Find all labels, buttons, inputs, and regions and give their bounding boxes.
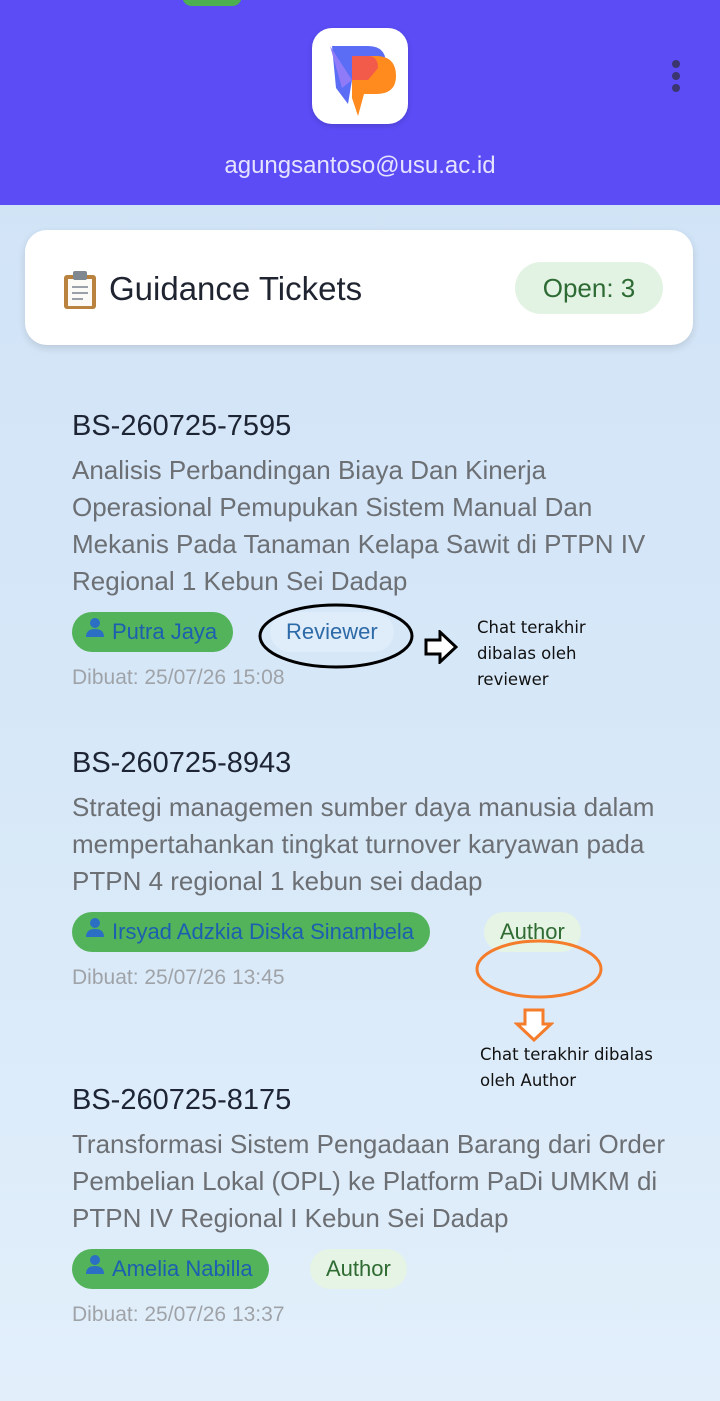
app-header: agungsantoso@usu.ac.id [0,0,720,205]
tickets-summary-card: Guidance Tickets Open: 3 [25,230,693,345]
app-logo-icon [312,28,408,124]
user-name: Amelia Nabilla [112,1256,253,1281]
user-name: Irsyad Adzkia Diska Sinambela [112,919,415,944]
user-name: Putra Jaya [112,619,218,644]
ticket-title: Strategi managemen sumber daya manusia d… [72,792,655,896]
person-icon [84,1248,106,1288]
ticket-tags: Amelia Nabilla Author [72,1249,672,1291]
reviewer-note: Chat terakhir dibalas oleh reviewer [477,618,586,689]
open-count-badge: Open: 3 [515,262,663,314]
user-tag: Putra Jaya [72,611,234,652]
user-tag: Irsyad Adzkia Diska Sinambela [72,911,431,952]
person-icon [84,611,106,651]
clipboard-icon [61,270,99,315]
ticket-title: Transformasi Sistem Pengadaan Barang dar… [72,1129,665,1233]
status-bar-indicator [182,0,242,6]
person-icon [84,911,106,951]
page-title: Guidance Tickets [109,270,363,307]
author-note: Chat terakhir dibalas oleh Author [480,1045,653,1090]
author-highlight-oval [475,939,603,999]
ticket-id: BS-260725-7595 [72,410,292,442]
user-email: agungsantoso@usu.ac.id [224,152,496,179]
arrow-right-icon [424,630,458,664]
user-tag: Amelia Nabilla [72,1249,269,1289]
role-badge: Author [310,1249,407,1289]
ticket-item[interactable]: BS-260725-8175 Transformasi Sistem Penga… [72,1080,672,1327]
ticket-id: BS-260725-8943 [72,747,292,779]
ticket-title: Analisis Perbandingan Biaya Dan Kinerja … [72,455,646,596]
reviewer-highlight-oval [258,603,414,669]
more-vertical-icon[interactable] [664,56,688,96]
ticket-date: Dibuat: 25/07/26 13:37 [72,1303,285,1326]
arrow-down-icon [514,1008,554,1042]
